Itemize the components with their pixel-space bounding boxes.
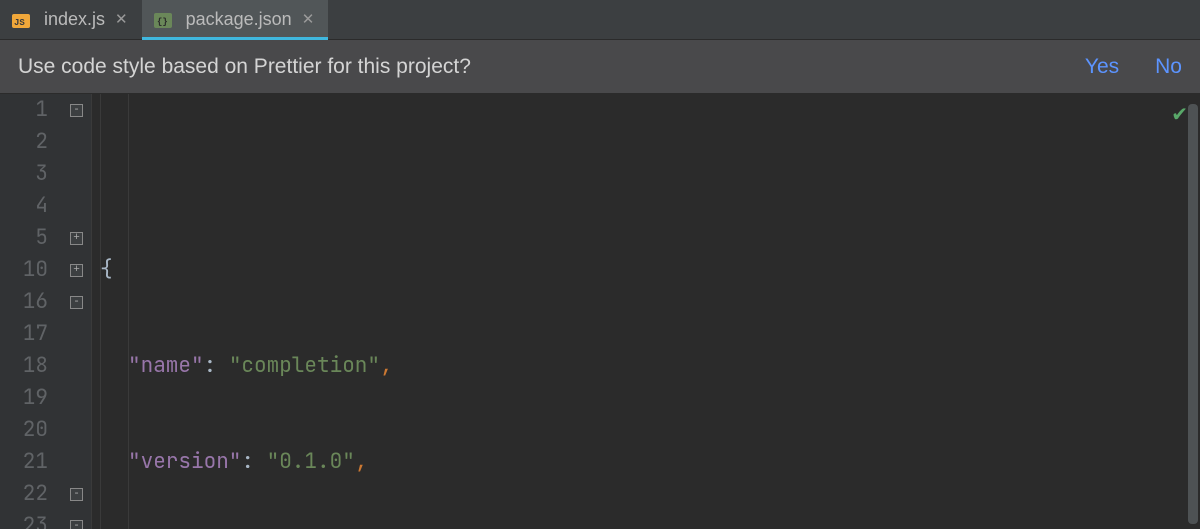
js-file-icon: JS [12, 11, 34, 29]
line-number: 5 [0, 222, 48, 254]
json-value: "0.1.0" [267, 448, 355, 475]
line-number: 16 [0, 286, 48, 318]
status-ok-icon: ✔ [1171, 98, 1188, 130]
json-key: "version" [128, 448, 241, 475]
line-number-gutter: 1 2 3 4 5 10 16 17 18 19 20 21 22 23 [0, 94, 62, 529]
line-number: 20 [0, 414, 48, 446]
tab-index-js[interactable]: JS index.js ✕ [0, 0, 142, 39]
fold-toggle-icon[interactable]: - [70, 296, 83, 309]
fold-toggle-icon[interactable]: - [70, 488, 83, 501]
prettier-notification-bar: Use code style based on Prettier for thi… [0, 40, 1200, 94]
fold-toggle-icon[interactable]: + [70, 232, 83, 245]
line-number: 2 [0, 126, 48, 158]
close-icon[interactable]: ✕ [115, 12, 128, 27]
notification-message: Use code style based on Prettier for thi… [18, 55, 1049, 79]
no-button[interactable]: No [1155, 55, 1182, 79]
line-number: 18 [0, 350, 48, 382]
line-number: 22 [0, 478, 48, 510]
json-value: "completion" [229, 352, 380, 379]
fold-toggle-icon[interactable]: + [70, 264, 83, 277]
fold-gutter: - + + - - - [62, 94, 92, 529]
fold-toggle-icon[interactable]: - [70, 520, 83, 529]
line-number: 3 [0, 158, 48, 190]
tab-bar: JS index.js ✕ {} package.json ✕ [0, 0, 1200, 40]
line-number: 17 [0, 318, 48, 350]
vertical-scrollbar[interactable] [1188, 104, 1198, 524]
json-file-icon: {} [154, 11, 176, 29]
line-number: 4 [0, 190, 48, 222]
line-number: 19 [0, 382, 48, 414]
line-number: 10 [0, 254, 48, 286]
json-key: "name" [128, 352, 204, 379]
svg-text:JS: JS [14, 18, 25, 28]
tab-label: package.json [186, 9, 292, 30]
fold-toggle-icon[interactable]: - [70, 104, 83, 117]
yes-button[interactable]: Yes [1085, 55, 1119, 79]
code-content[interactable]: { "name": "completion", "version": "0.1.… [92, 94, 1200, 529]
svg-text:{}: {} [157, 17, 168, 27]
tab-package-json[interactable]: {} package.json ✕ [142, 0, 329, 39]
close-icon[interactable]: ✕ [302, 12, 315, 27]
code-text: { [100, 256, 113, 283]
line-number: 23 [0, 510, 48, 529]
line-number: 21 [0, 446, 48, 478]
editor-area[interactable]: 1 2 3 4 5 10 16 17 18 19 20 21 22 23 - +… [0, 94, 1200, 529]
tab-label: index.js [44, 9, 105, 30]
line-number: 1 [0, 94, 48, 126]
